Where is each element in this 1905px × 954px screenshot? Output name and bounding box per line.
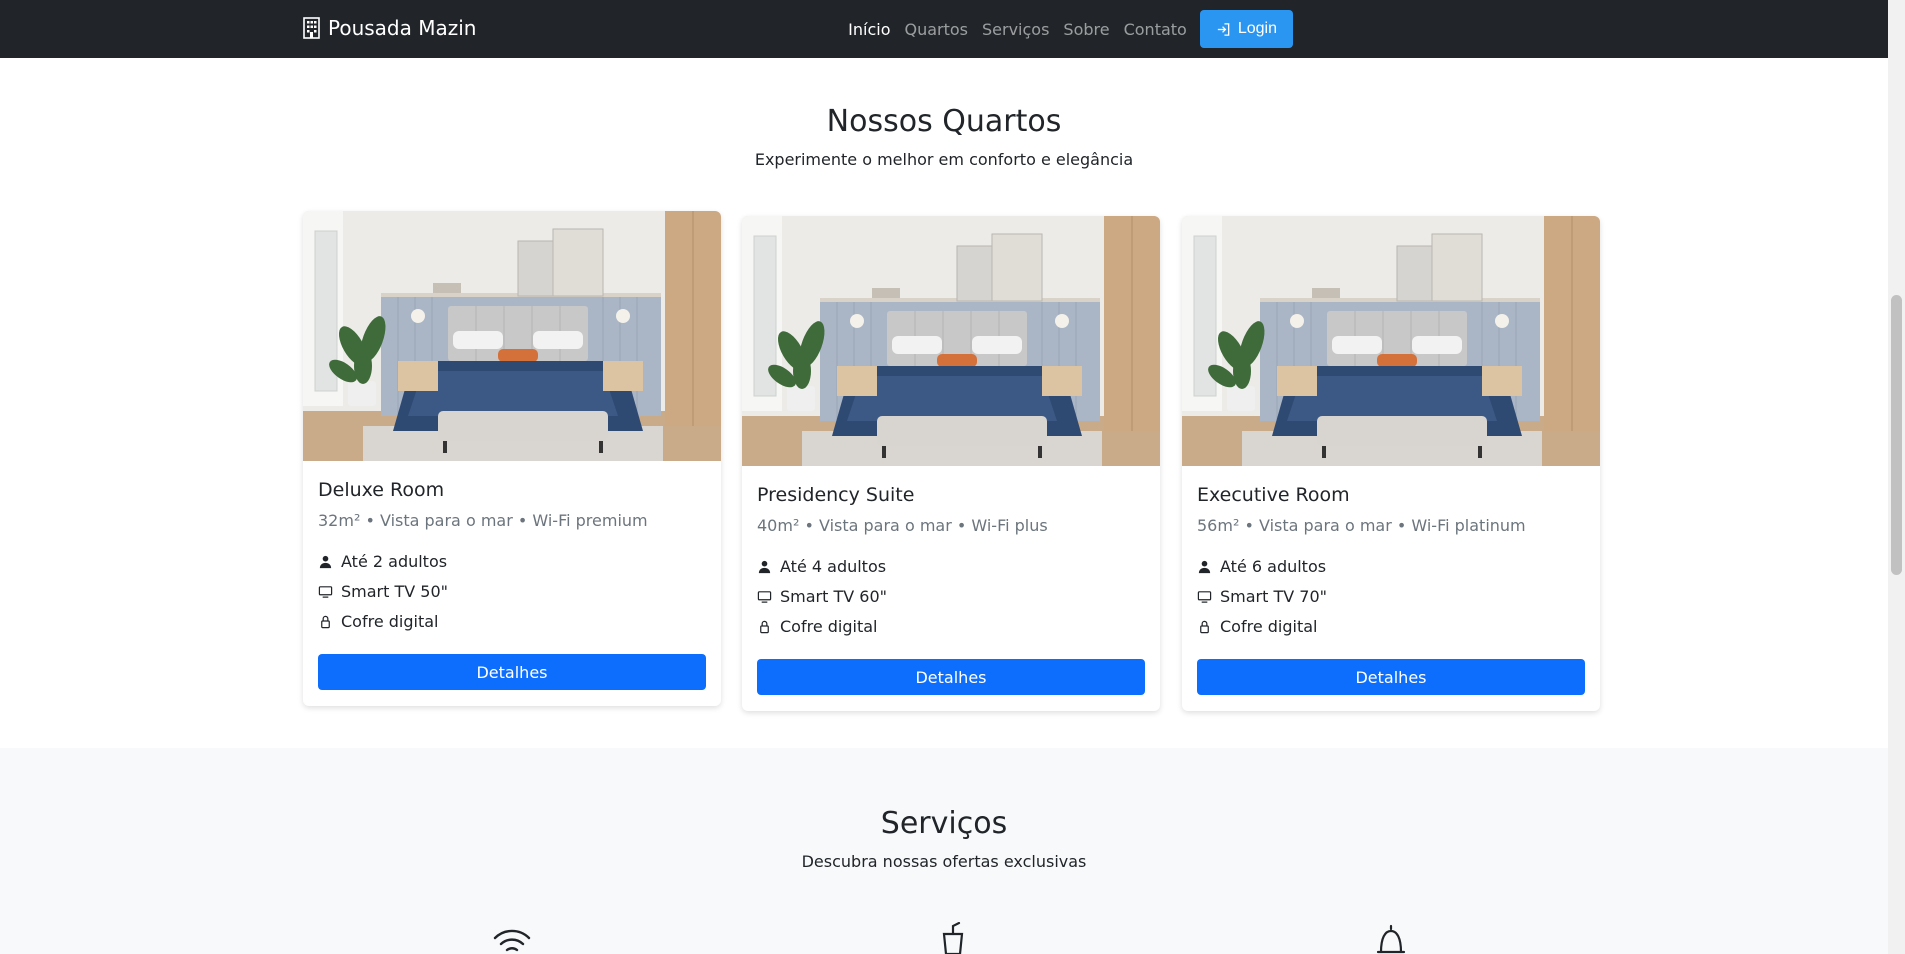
details-button[interactable]: Detalhes	[1197, 659, 1585, 695]
tv-icon	[318, 585, 333, 598]
room-meta: 32m² • Vista para o mar • Wi-Fi premium	[318, 511, 648, 530]
nav-link-sobre[interactable]: Sobre	[1056, 20, 1116, 39]
wifi-icon	[493, 929, 531, 952]
navbar: Pousada Mazin Início Quartos Serviços So…	[0, 0, 1888, 58]
feature-guests: Até 6 adultos	[1197, 551, 1585, 581]
details-button[interactable]: Detalhes	[318, 654, 706, 690]
login-icon	[1217, 22, 1230, 36]
feature-label: Até 6 adultos	[1220, 556, 1327, 576]
feature-label: Cofre digital	[780, 616, 878, 636]
feature-label: Até 2 adultos	[341, 551, 448, 571]
lock-icon	[1200, 620, 1209, 633]
services-subtitle: Descubra nossas ofertas exclusivas	[801, 852, 1087, 871]
lock-icon	[321, 615, 330, 628]
drink-icon	[942, 922, 964, 954]
scrollbar-thumb[interactable]	[1891, 295, 1902, 575]
building-icon	[303, 17, 320, 39]
tv-icon	[757, 590, 772, 603]
login-label: Login	[1237, 20, 1277, 37]
nav-link-servicos[interactable]: Serviços	[975, 20, 1056, 39]
room-card-presidency: Presidency Suite 40m² • Vista para o mar…	[742, 216, 1160, 711]
feature-label: Smart TV 70"	[1220, 586, 1328, 606]
feature-label: Smart TV 50"	[341, 581, 449, 601]
person-icon	[1198, 560, 1211, 573]
feature-safe: Cofre digital	[757, 611, 1145, 641]
feature-guests: Até 2 adultos	[318, 546, 706, 576]
person-icon	[319, 555, 332, 568]
rooms-title: Nossos Quartos	[826, 104, 1062, 139]
room-name: Executive Room	[1197, 484, 1350, 506]
room-card-executive: Executive Room 56m² • Vista para o mar •…	[1182, 216, 1600, 711]
feature-safe: Cofre digital	[318, 606, 706, 636]
room-card-deluxe: Deluxe Room 32m² • Vista para o mar • Wi…	[303, 211, 721, 706]
bell-icon	[1376, 924, 1406, 954]
brand-name: Pousada Mazin	[328, 16, 477, 40]
feature-tv: Smart TV 60"	[757, 581, 1145, 611]
room-meta: 40m² • Vista para o mar • Wi-Fi plus	[757, 516, 1048, 535]
person-icon	[758, 560, 771, 573]
room-name: Presidency Suite	[757, 484, 915, 506]
feature-safe: Cofre digital	[1197, 611, 1585, 641]
tv-icon	[1197, 590, 1212, 603]
brand[interactable]: Pousada Mazin	[303, 16, 477, 40]
feature-tv: Smart TV 70"	[1197, 581, 1585, 611]
room-photo	[742, 216, 1160, 466]
login-button[interactable]: Login	[1199, 10, 1293, 48]
room-photo	[303, 211, 721, 461]
services-title: Serviços	[880, 806, 1008, 841]
feature-guests: Até 4 adultos	[757, 551, 1145, 581]
scrollbar[interactable]	[1888, 0, 1905, 954]
details-button[interactable]: Detalhes	[757, 659, 1145, 695]
nav-link-quartos[interactable]: Quartos	[897, 20, 975, 39]
lock-icon	[760, 620, 769, 633]
rooms-subtitle: Experimente o melhor em conforto e elegâ…	[754, 150, 1134, 169]
feature-label: Smart TV 60"	[780, 586, 888, 606]
room-name: Deluxe Room	[318, 479, 445, 501]
room-photo	[1182, 216, 1600, 466]
nav-links: Início Quartos Serviços Sobre Contato Lo…	[841, 0, 1293, 58]
feature-label: Até 4 adultos	[780, 556, 887, 576]
feature-label: Cofre digital	[1220, 616, 1318, 636]
room-meta: 56m² • Vista para o mar • Wi-Fi platinum	[1197, 516, 1526, 535]
feature-label: Cofre digital	[341, 611, 439, 631]
feature-tv: Smart TV 50"	[318, 576, 706, 606]
nav-link-contato[interactable]: Contato	[1117, 20, 1194, 39]
nav-link-inicio[interactable]: Início	[841, 20, 897, 39]
